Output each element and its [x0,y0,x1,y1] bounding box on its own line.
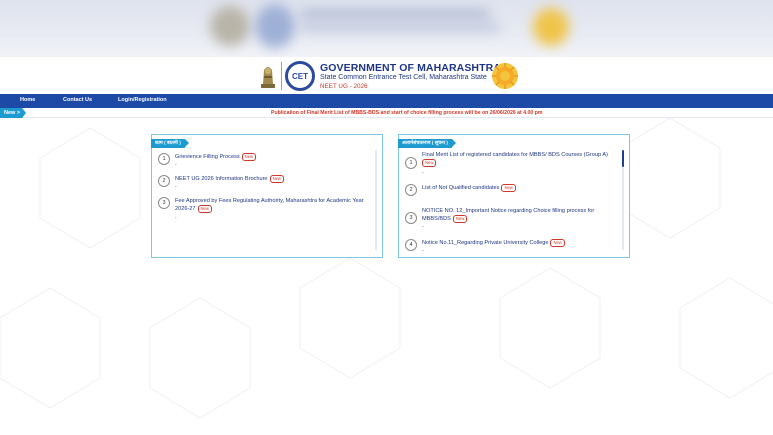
state-emblem-icon [261,67,275,88]
news-panel-tag: काम ( बातमी ) [151,139,189,148]
item-number: 3 [405,212,417,224]
item-title[interactable]: Final Merit List of registered candidate… [422,152,608,158]
header-subtitle: State Common Entrance Test Cell, Maharas… [320,74,487,81]
item-title[interactable]: List of Not Qualified candidates [422,185,499,191]
news-scrollbar[interactable] [375,150,377,250]
item-separator: - [175,184,177,190]
new-badge: New [269,175,284,183]
item-title[interactable]: Grievience Filling Process [175,154,240,160]
item-link[interactable]: Final Merit List of registered candidate… [422,151,622,167]
new-badge: New [241,153,257,161]
header-title: GOVERNMENT OF MAHARASHTRA [320,62,501,74]
item-link[interactable]: Grievience Filling Process New [175,153,365,161]
cet-logo: CET [285,61,315,91]
header-exam: NEET UG - 2026 [320,83,368,90]
notice-panel: अलार्मसंचालनाय ( सूचना ) 1 Final Merit L… [398,134,630,258]
cet-logo-text: CET [292,71,308,81]
item-separator: - [422,224,424,230]
item-link[interactable]: List of Not Qualified candidates New [422,184,622,192]
item-title[interactable]: NEET UG 2026 Information Brochure [175,176,268,182]
main-nav: Home Contact Us Login/Registration [0,94,773,108]
item-number: 3 [158,197,170,209]
new-badge: New [197,205,212,213]
notice-scrollbar-thumb[interactable] [622,150,624,167]
new-badge: New [550,239,565,247]
background-pattern [0,118,773,419]
item-separator: - [175,215,177,221]
ticker-label: New > [0,108,26,118]
item-number: 4 [405,239,417,251]
notice-scrollbar[interactable] [622,150,624,250]
new-badge: New [501,184,516,192]
item-title[interactable]: Notice No.11_Regarding Private Universit… [422,240,548,246]
blurred-top-banner [0,0,773,57]
header-divider [281,62,282,90]
new-badge: New [452,215,468,223]
item-separator: - [175,162,177,168]
nav-login-registration[interactable]: Login/Registration [118,97,167,103]
item-number: 1 [158,153,170,165]
item-link[interactable]: Fee Approved by Fees Regulating Authorit… [175,197,375,213]
item-separator: - [422,248,424,254]
ticker-text[interactable]: Publication of Final Merit List of MBBS-… [271,110,543,116]
item-number: 1 [405,157,417,169]
item-link[interactable]: Notice No.11_Regarding Private Universit… [422,239,622,247]
notice-panel-tag: अलार्मसंचालनाय ( सूचना ) [398,139,456,148]
news-ticker: New > Publication of Final Merit List of… [0,108,773,118]
item-number: 2 [405,184,417,196]
item-title[interactable]: NOTICE NO. 12_Important Notice regarding… [422,208,594,222]
sun-emblem-icon [492,63,518,89]
nav-home[interactable]: Home [20,97,35,103]
nav-contact-us[interactable]: Contact Us [63,97,92,103]
item-link[interactable]: NEET UG 2026 Information Brochure New [175,175,365,183]
item-separator: - [422,170,424,176]
item-number: 2 [158,175,170,187]
item-link[interactable]: NOTICE NO. 12_Important Notice regarding… [422,207,622,223]
new-badge: New [422,159,437,167]
news-panel: काम ( बातमी ) 1 Grievience Filling Proce… [151,134,383,258]
